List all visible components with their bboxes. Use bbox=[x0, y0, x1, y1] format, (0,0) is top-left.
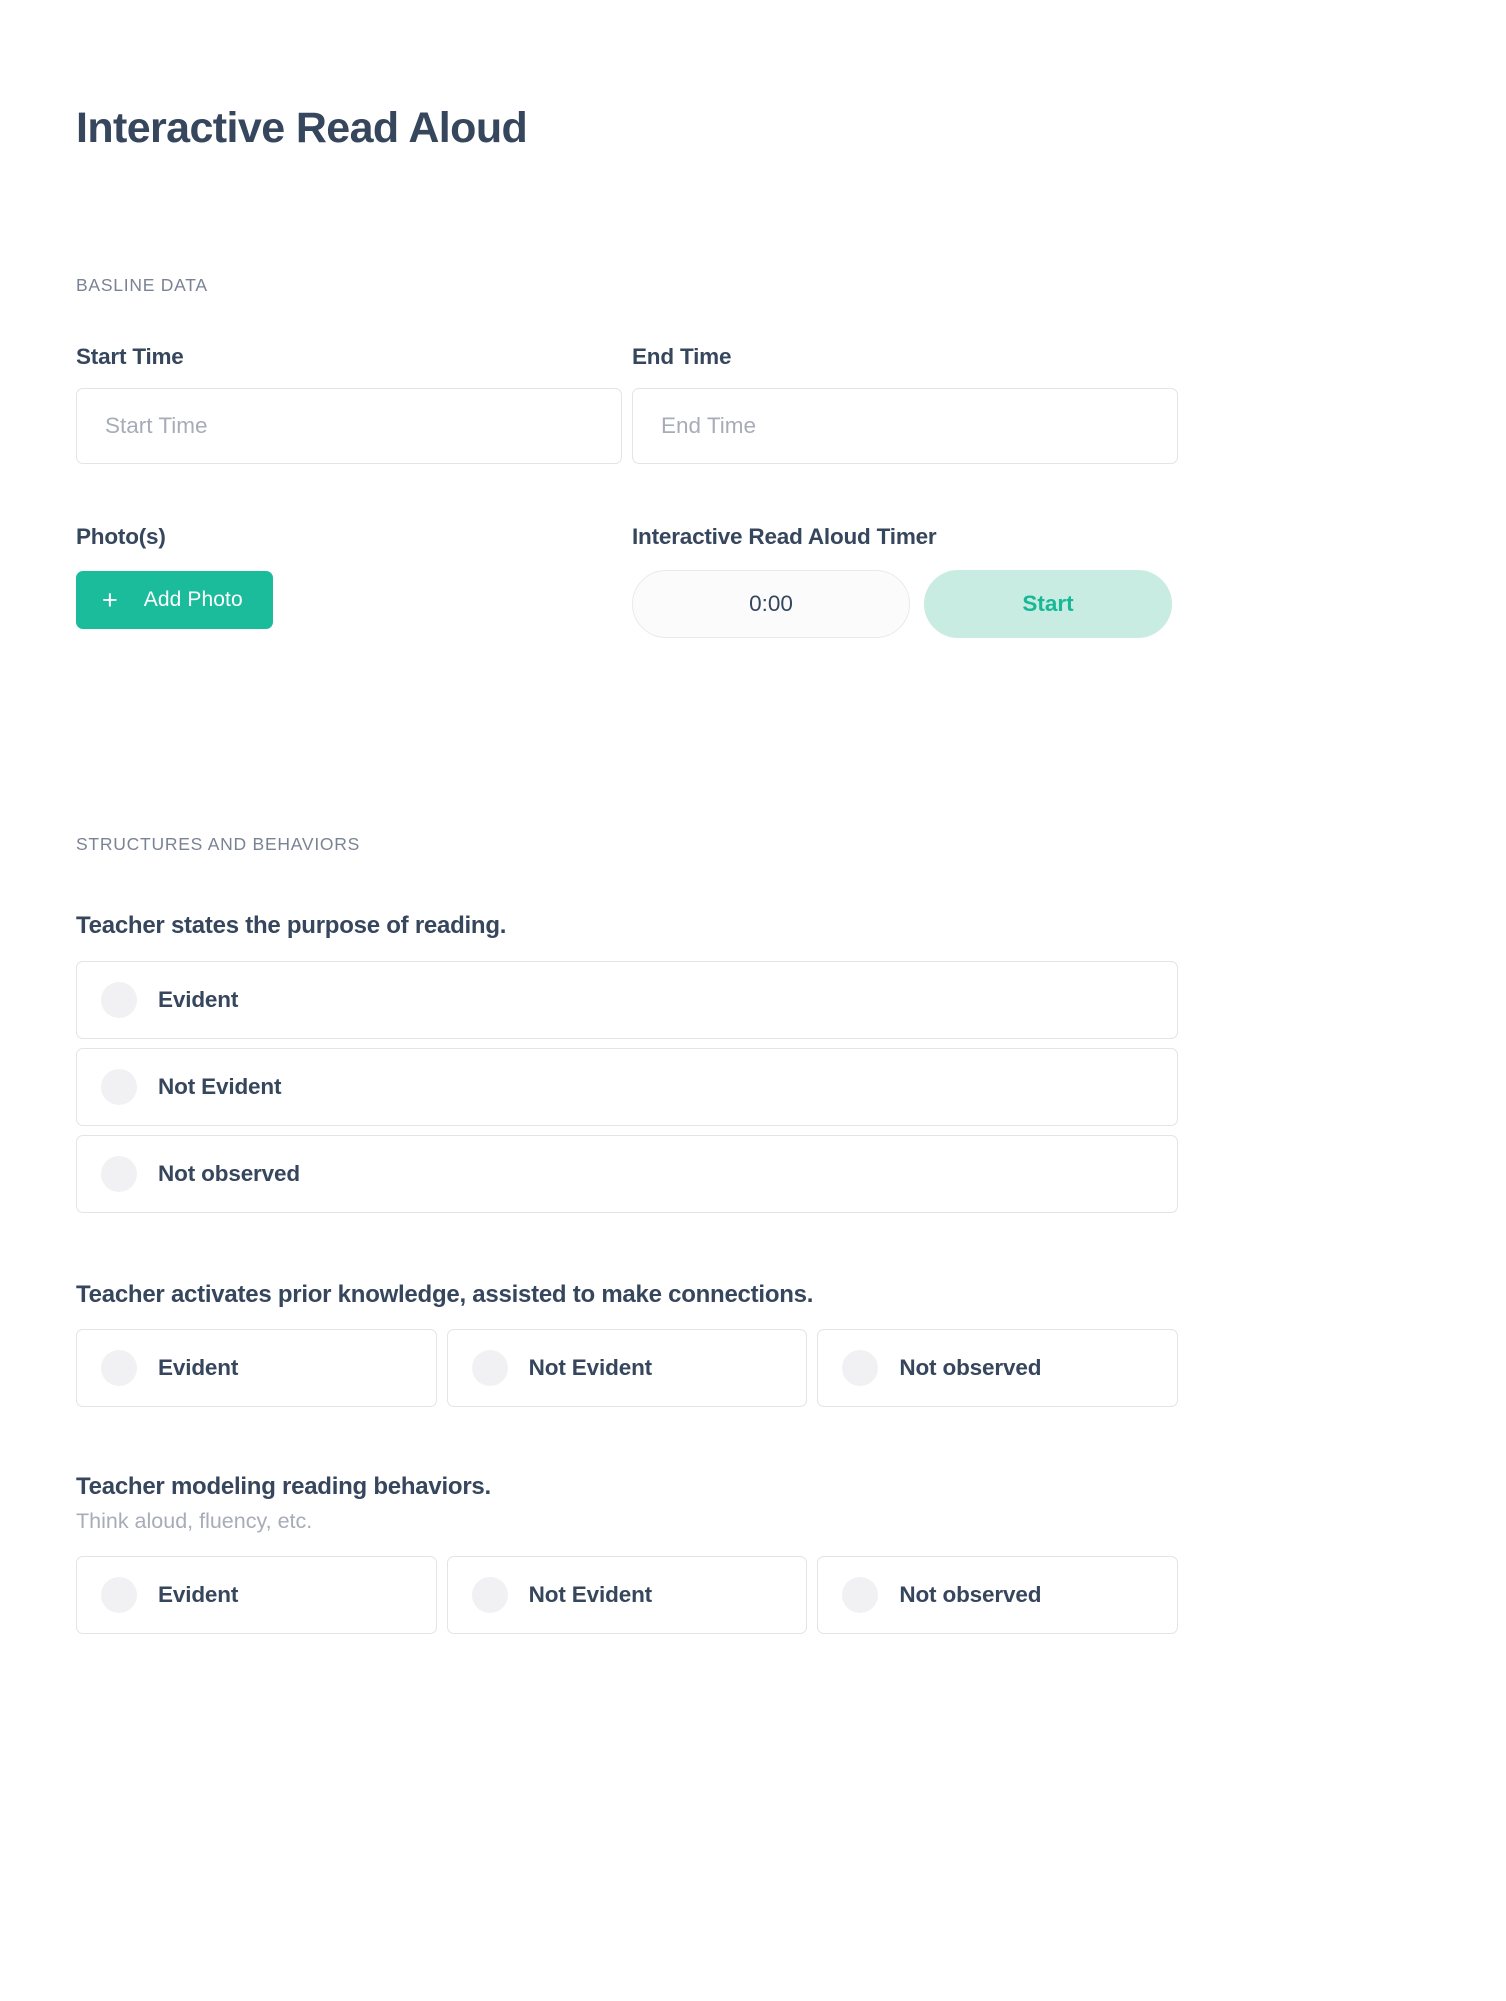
form-content: Interactive Read Aloud BASLINE DATA Star… bbox=[76, 0, 1179, 1635]
photo-timer-row: Photo(s) + Add Photo Interactive Read Al… bbox=[76, 524, 1178, 639]
option-group: Evident Not Evident Not observed bbox=[76, 1556, 1179, 1635]
radio-circle-icon bbox=[101, 1350, 137, 1387]
radio-circle-icon bbox=[471, 1577, 508, 1614]
start-time-label: Start Time bbox=[76, 344, 184, 370]
question-title: Teacher activates prior knowledge, assis… bbox=[76, 1281, 814, 1309]
section-label-baseline: BASLINE DATA bbox=[76, 275, 208, 296]
question-block: Teacher modeling reading behaviors. Thin… bbox=[76, 1472, 1179, 1635]
end-time-label: End Time bbox=[632, 344, 732, 370]
radio-circle-icon bbox=[101, 1577, 137, 1614]
radio-circle-icon bbox=[101, 982, 137, 1019]
option-label: Not Evident bbox=[528, 1355, 653, 1381]
option-not-observed[interactable]: Not observed bbox=[817, 1556, 1179, 1635]
timer-controls: 0:00 Start bbox=[632, 570, 1178, 639]
option-not-observed[interactable]: Not observed bbox=[817, 1329, 1179, 1408]
option-not-observed[interactable]: Not observed bbox=[76, 1135, 1178, 1214]
option-label: Not observed bbox=[158, 1161, 300, 1187]
radio-circle-icon bbox=[101, 1156, 137, 1193]
end-time-input[interactable] bbox=[632, 388, 1178, 465]
option-label: Evident bbox=[158, 1355, 239, 1381]
photos-field-group: Photo(s) + Add Photo bbox=[76, 524, 622, 638]
option-evident[interactable]: Evident bbox=[76, 1556, 437, 1635]
question-block: Teacher states the purpose of reading. E… bbox=[76, 911, 1178, 1214]
option-group: Evident Not Evident Not observed bbox=[76, 1329, 1179, 1408]
end-time-field-group: End Time bbox=[632, 344, 1178, 465]
question-block: Teacher activates prior knowledge, assis… bbox=[76, 1280, 1179, 1408]
timer-field-group: Interactive Read Aloud Timer 0:00 Start bbox=[632, 524, 1178, 639]
timer-display: 0:00 bbox=[632, 570, 910, 639]
add-photo-button-label: Add Photo bbox=[143, 588, 243, 612]
option-label: Not Evident bbox=[528, 1582, 653, 1608]
option-label: Evident bbox=[158, 1582, 239, 1608]
option-evident[interactable]: Evident bbox=[76, 961, 1178, 1040]
plus-icon: + bbox=[102, 584, 118, 615]
start-time-input[interactable] bbox=[76, 388, 622, 465]
option-label: Not observed bbox=[899, 1582, 1042, 1608]
option-group: Evident Not Evident Not observed bbox=[76, 961, 1178, 1214]
option-evident[interactable]: Evident bbox=[76, 1329, 437, 1408]
photos-label: Photo(s) bbox=[76, 524, 166, 550]
option-label: Not observed bbox=[899, 1355, 1042, 1381]
form-page: Interactive Read Aloud BASLINE DATA Star… bbox=[0, 0, 1506, 2001]
option-not-evident[interactable]: Not Evident bbox=[446, 1556, 808, 1635]
radio-circle-icon bbox=[101, 1069, 137, 1106]
radio-circle-icon bbox=[471, 1350, 508, 1387]
radio-circle-icon bbox=[842, 1577, 879, 1614]
option-not-evident[interactable]: Not Evident bbox=[76, 1048, 1178, 1127]
question-title: Teacher states the purpose of reading. bbox=[76, 912, 507, 940]
radio-circle-icon bbox=[842, 1350, 879, 1387]
question-subtitle: Think aloud, fluency, etc. bbox=[76, 1509, 313, 1534]
section-label-structures: STRUCTURES AND BEHAVIORS bbox=[76, 834, 361, 855]
timer-label: Interactive Read Aloud Timer bbox=[632, 524, 937, 550]
add-photo-button[interactable]: + Add Photo bbox=[76, 571, 273, 630]
start-time-field-group: Start Time bbox=[76, 344, 622, 465]
page-title: Interactive Read Aloud bbox=[76, 104, 528, 152]
option-not-evident[interactable]: Not Evident bbox=[446, 1329, 808, 1408]
question-title: Teacher modeling reading behaviors. bbox=[76, 1473, 491, 1501]
option-label: Not Evident bbox=[158, 1074, 282, 1100]
time-fields-row: Start Time End Time bbox=[76, 344, 1178, 465]
option-label: Evident bbox=[158, 987, 239, 1013]
timer-start-button[interactable]: Start bbox=[924, 570, 1172, 639]
